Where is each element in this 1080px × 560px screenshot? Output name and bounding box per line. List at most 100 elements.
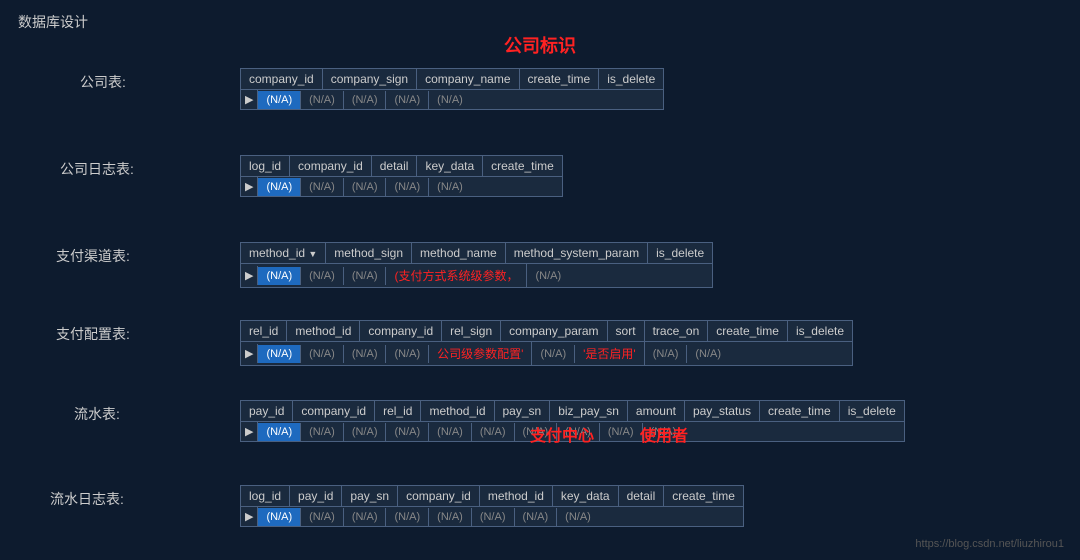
overlay-label-user: 使用者 [640,422,688,446]
data-col-flow_log-7: (N/A) [557,508,599,526]
col-header-flow_log-5: key_data [553,486,619,506]
overlay-label-payment-center: 支付中心 [530,422,594,446]
section-label-company_log: 公司日志表: [60,155,134,179]
col-header-pay_config-3: rel_sign [442,321,501,341]
section-label-flow_log: 流水日志表: [50,485,124,509]
data-col-pay_config-7: (N/A) [645,345,688,363]
col-header-flow-6: amount [628,401,685,421]
data-col-flow_log-3: (N/A) [386,508,429,526]
data-col-pay_config-6: '是否启用' [575,342,645,365]
data-col-company_log-0: (N/A) [258,178,301,196]
data-col-flow_log-5: (N/A) [472,508,515,526]
col-header-company-3: create_time [520,69,600,89]
data-col-flow_log-1: (N/A) [301,508,344,526]
section-label-pay_config: 支付配置表: [56,320,130,344]
col-header-pay_config-8: is_delete [788,321,852,341]
data-col-company-4: (N/A) [429,91,471,109]
db-table-company_log: log_idcompany_iddetailkey_datacreate_tim… [240,155,563,197]
arrow-flow_log: ▶ [241,507,258,526]
col-header-company-1: company_sign [323,69,417,89]
data-col-company_log-2: (N/A) [344,178,387,196]
page-title: 数据库设计 [18,12,88,32]
arrow-company: ▶ [241,90,258,109]
section-label-pay_channel: 支付渠道表: [56,242,130,266]
col-header-flow-3: method_id [421,401,494,421]
col-header-pay_config-2: company_id [360,321,442,341]
col-header-flow-5: biz_pay_sn [550,401,628,421]
col-header-pay_channel-1: method_sign [326,243,412,263]
col-header-flow_log-4: method_id [480,486,553,506]
data-col-pay_channel-1: (N/A) [301,267,344,285]
col-header-company_log-3: key_data [417,156,483,176]
data-col-flow-3: (N/A) [386,423,429,441]
data-col-company_log-3: (N/A) [386,178,429,196]
section-label-flow: 流水表: [74,400,120,424]
db-table-flow_log: log_idpay_idpay_sncompany_idmethod_idkey… [240,485,744,527]
data-col-flow_log-4: (N/A) [429,508,472,526]
data-col-pay_config-4: 公司级参数配置' [429,342,532,365]
col-header-flow-7: pay_status [685,401,760,421]
col-header-flow-2: rel_id [375,401,421,421]
col-header-pay_config-5: sort [608,321,645,341]
col-header-flow_log-0: log_id [241,486,290,506]
data-col-company_log-4: (N/A) [429,178,471,196]
col-header-flow_log-2: pay_sn [342,486,398,506]
col-header-pay_config-6: trace_on [645,321,709,341]
data-col-pay_config-8: (N/A) [687,345,729,363]
data-col-flow-5: (N/A) [472,423,515,441]
data-col-company-3: (N/A) [386,91,429,109]
col-header-company-2: company_name [417,69,519,89]
data-col-pay_channel-4: (N/A) [527,267,569,285]
data-col-flow-0: (N/A) [258,423,301,441]
data-col-pay_channel-3: (支付方式系统级参数， [386,264,527,287]
col-header-pay_config-4: company_param [501,321,607,341]
data-col-flow-1: (N/A) [301,423,344,441]
watermark: https://blog.csdn.net/liuzhirou1 [915,538,1064,550]
col-header-pay_config-0: rel_id [241,321,287,341]
col-header-pay_channel-0: method_id ▼ [241,243,326,263]
col-header-pay_channel-4: is_delete [648,243,712,263]
col-header-flow-0: pay_id [241,401,293,421]
data-col-company_log-1: (N/A) [301,178,344,196]
data-col-company-2: (N/A) [344,91,387,109]
arrow-flow: ▶ [241,422,258,441]
company-banner: 公司标识 [0,32,1080,58]
col-header-flow-9: is_delete [840,401,904,421]
data-col-flow-8: (N/A) [600,423,643,441]
data-col-pay_config-0: (N/A) [258,345,301,363]
col-header-pay_config-7: create_time [708,321,788,341]
data-col-pay_config-5: (N/A) [532,345,575,363]
data-col-pay_channel-0: (N/A) [258,267,301,285]
data-col-company-0: (N/A) [258,91,301,109]
data-col-flow-4: (N/A) [429,423,472,441]
data-col-pay_channel-2: (N/A) [344,267,387,285]
arrow-pay_config: ▶ [241,344,258,363]
col-header-company_log-1: company_id [290,156,372,176]
data-col-pay_config-2: (N/A) [344,345,387,363]
col-header-company-4: is_delete [599,69,663,89]
col-header-flow-1: company_id [293,401,375,421]
data-col-flow_log-0: (N/A) [258,508,301,526]
col-header-pay_channel-2: method_name [412,243,506,263]
db-table-pay_channel: method_id ▼method_signmethod_namemethod_… [240,242,713,288]
col-header-flow-8: create_time [760,401,840,421]
col-header-flow_log-6: detail [619,486,665,506]
col-header-company_log-4: create_time [483,156,562,176]
data-col-pay_config-3: (N/A) [386,345,429,363]
db-table-company: company_idcompany_signcompany_namecreate… [240,68,664,110]
arrow-pay_channel: ▶ [241,266,258,285]
col-header-flow-4: pay_sn [495,401,551,421]
col-header-company-0: company_id [241,69,323,89]
data-col-company-1: (N/A) [301,91,344,109]
db-table-pay_config: rel_idmethod_idcompany_idrel_signcompany… [240,320,853,366]
data-col-flow_log-2: (N/A) [344,508,387,526]
section-label-company: 公司表: [80,68,126,92]
col-header-company_log-0: log_id [241,156,290,176]
col-header-flow_log-7: create_time [664,486,743,506]
col-header-flow_log-3: company_id [398,486,480,506]
arrow-company_log: ▶ [241,177,258,196]
data-col-flow-2: (N/A) [344,423,387,441]
col-header-company_log-2: detail [372,156,418,176]
col-header-pay_channel-3: method_system_param [506,243,648,263]
col-header-pay_config-1: method_id [287,321,360,341]
